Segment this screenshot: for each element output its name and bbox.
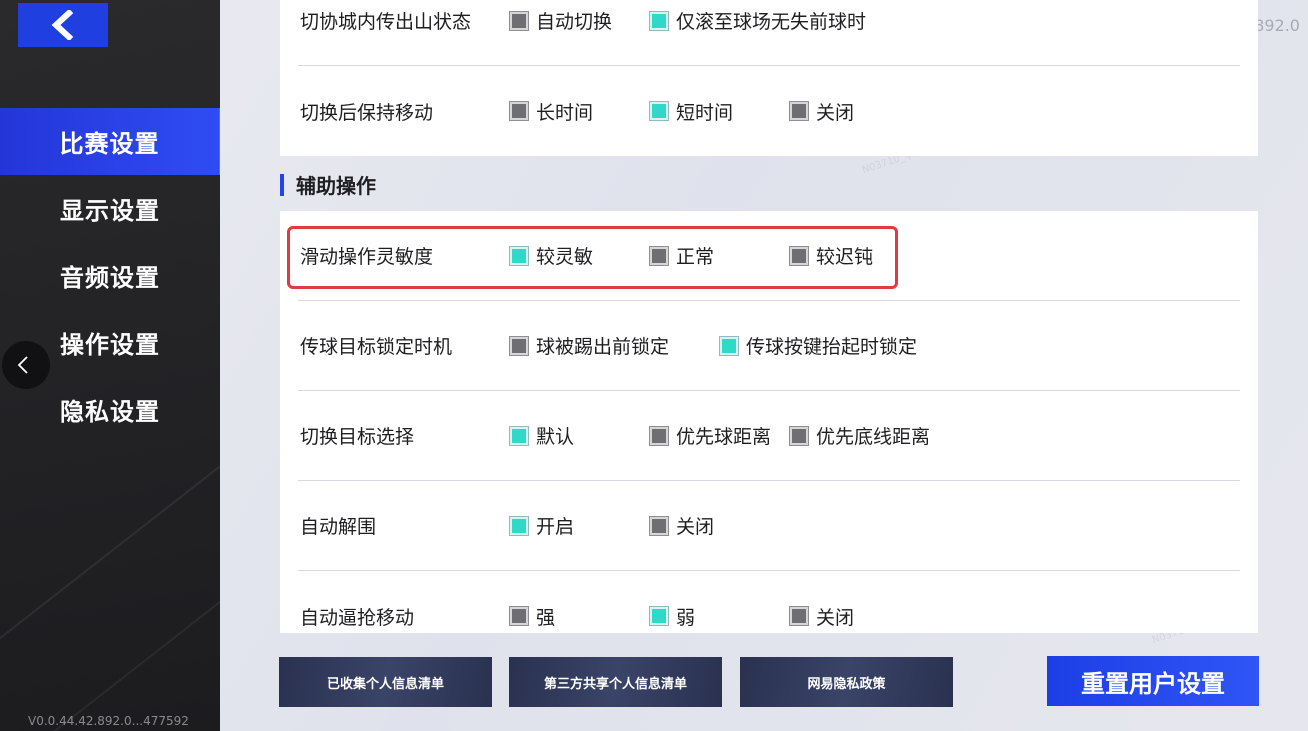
setting-label: 切协城内传出山状态 <box>300 11 472 33</box>
option-label: 长时间 <box>536 101 594 124</box>
chevron-left-icon <box>17 356 28 374</box>
checkbox[interactable] <box>509 335 529 356</box>
option-label: 默认 <box>536 426 575 448</box>
setting-row-switch-target: 切换目标选择 默认 优先球距离 优先底线距离 <box>298 391 1240 481</box>
assist-options-panel: 滑动操作灵敏度 较灵敏 正常 较迟钝 传球目标锁定时机 球被踢出前锁定 传球按键… <box>280 211 1258 633</box>
option-label: 关闭 <box>816 101 855 124</box>
setting-label: 自动解围 <box>300 516 377 538</box>
checkbox[interactable] <box>719 335 739 356</box>
collected-info-list-button[interactable]: 已收集个人信息清单 <box>279 657 492 707</box>
setting-label: 切换目标选择 <box>300 426 415 448</box>
setting-row-pass-lock-timing: 传球目标锁定时机 球被踢出前锁定 传球按键抬起时锁定 <box>298 301 1240 391</box>
checkbox[interactable] <box>509 606 529 626</box>
setting-label: 自动逼抢移动 <box>300 606 415 629</box>
arrow-left-icon <box>51 10 74 40</box>
nav-item-display-settings[interactable]: 显示设置 <box>0 175 220 242</box>
section-title-text: 辅助操作 <box>296 174 376 198</box>
checkbox[interactable] <box>649 101 669 121</box>
settings-nav: 比赛设置 显示设置 音频设置 操作设置 隐私设置 <box>0 108 220 443</box>
option-less-sensitive[interactable]: 较迟钝 <box>789 242 874 269</box>
option-only-rolled[interactable]: 仅滚至球场无失前球时 <box>649 7 867 34</box>
option-label: 传球按键抬起时锁定 <box>746 336 918 358</box>
checkbox[interactable] <box>649 425 669 446</box>
nav-item-match-settings[interactable]: 比赛设置 <box>0 108 220 175</box>
setting-row-auto-clear: 自动解围 开启 关闭 <box>298 481 1240 571</box>
privacy-policy-button[interactable]: 网易隐私政策 <box>740 657 953 707</box>
section-accent-bar <box>280 173 284 196</box>
option-label: 优先底线距离 <box>816 426 931 448</box>
option-label: 球被踢出前锁定 <box>536 336 670 358</box>
option-baseline-distance[interactable]: 优先底线距离 <box>789 422 931 449</box>
option-label: 强 <box>536 606 556 629</box>
checkbox[interactable] <box>649 10 669 31</box>
checkbox[interactable] <box>789 425 809 446</box>
option-label: 正常 <box>676 246 715 268</box>
option-label: 关闭 <box>676 516 715 538</box>
reset-user-settings-button[interactable]: 重置用户设置 <box>1047 656 1259 706</box>
collapse-sidebar-button[interactable] <box>2 341 50 389</box>
sidebar: 比赛设置 显示设置 音频设置 操作设置 隐私设置 V0.0.44.42.892.… <box>0 0 220 731</box>
option-label: 弱 <box>676 606 696 629</box>
option-on[interactable]: 开启 <box>509 512 575 539</box>
setting-row: 切协城内传出山状态 自动切换 仅滚至球场无失前球时 <box>298 0 1240 66</box>
option-off[interactable]: 关闭 <box>649 512 715 539</box>
nav-item-audio-settings[interactable]: 音频设置 <box>0 242 220 309</box>
setting-row-auto-press: 自动逼抢移动 强 弱 关闭 <box>298 571 1240 633</box>
option-more-sensitive[interactable]: 较灵敏 <box>509 242 594 269</box>
checkbox[interactable] <box>649 606 669 626</box>
sidebar-version-text: V0.0.44.42.892.0...477592 <box>28 714 189 728</box>
option-label: 开启 <box>536 516 575 538</box>
checkbox[interactable] <box>509 425 529 446</box>
top-options-panel: 切协城内传出山状态 自动切换 仅滚至球场无失前球时 切换后保持移动 长时间 短时… <box>280 0 1258 156</box>
option-ball-distance[interactable]: 优先球距离 <box>649 422 772 449</box>
section-title: 辅助操作 <box>280 170 376 199</box>
option-auto-switch[interactable]: 自动切换 <box>509 7 613 34</box>
option-weak[interactable]: 弱 <box>649 603 696 630</box>
setting-label: 切换后保持移动 <box>300 101 434 124</box>
checkbox[interactable] <box>649 515 669 536</box>
third-party-info-list-button[interactable]: 第三方共享个人信息清单 <box>509 657 722 707</box>
checkbox[interactable] <box>789 606 809 626</box>
setting-row: 切换后保持移动 长时间 短时间 关闭 <box>298 66 1240 156</box>
option-off[interactable]: 关闭 <box>789 98 855 125</box>
option-strong[interactable]: 强 <box>509 603 556 630</box>
checkbox[interactable] <box>649 245 669 266</box>
option-label: 优先球距离 <box>676 426 772 448</box>
checkbox[interactable] <box>509 10 529 31</box>
option-default[interactable]: 默认 <box>509 422 575 449</box>
setting-label: 滑动操作灵敏度 <box>300 246 434 268</box>
option-long[interactable]: 长时间 <box>509 98 594 125</box>
checkbox[interactable] <box>789 101 809 121</box>
checkbox[interactable] <box>509 101 529 121</box>
option-label: 较灵敏 <box>536 246 594 268</box>
option-normal[interactable]: 正常 <box>649 242 715 269</box>
option-lock-on-release[interactable]: 传球按键抬起时锁定 <box>719 332 918 359</box>
option-label: 仅滚至球场无失前球时 <box>676 11 867 33</box>
option-label: 短时间 <box>676 101 734 124</box>
option-off[interactable]: 关闭 <box>789 603 855 630</box>
option-short[interactable]: 短时间 <box>649 98 734 125</box>
setting-row-swipe-sensitivity: 滑动操作灵敏度 较灵敏 正常 较迟钝 <box>298 211 1240 301</box>
option-lock-before-kick[interactable]: 球被踢出前锁定 <box>509 332 670 359</box>
back-button[interactable] <box>18 3 108 47</box>
checkbox[interactable] <box>509 245 529 266</box>
option-label: 较迟钝 <box>816 246 874 268</box>
option-label: 自动切换 <box>536 11 613 33</box>
checkbox[interactable] <box>509 515 529 536</box>
settings-content: N03710_李留石 N03710_李留石 N03710_李留石 N03710_… <box>220 0 1308 731</box>
setting-label: 传球目标锁定时机 <box>300 336 453 358</box>
option-label: 关闭 <box>816 606 855 629</box>
checkbox[interactable] <box>789 245 809 266</box>
